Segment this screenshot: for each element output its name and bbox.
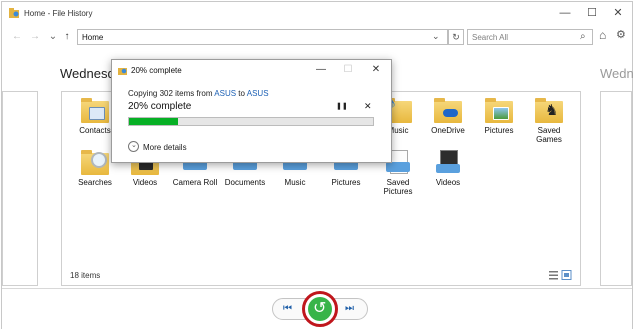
maximize-button[interactable]: ☐ [584, 6, 600, 20]
next-day-label: Wedn [600, 66, 634, 81]
refresh-button[interactable]: ↻ [448, 29, 464, 45]
item-label: Searches [78, 178, 112, 187]
percent-complete: 20% complete [128, 101, 192, 112]
item-label: OneDrive [431, 126, 465, 135]
contacts-folder-icon [81, 98, 109, 124]
cancel-copy-button[interactable]: ✕ [364, 101, 372, 112]
destination-link[interactable]: ASUS [247, 89, 269, 98]
restore-button[interactable]: ↺ [302, 291, 338, 327]
close-button[interactable]: ✕ [610, 6, 626, 20]
more-details-toggle[interactable]: ⌄ More details [128, 141, 187, 152]
search-box[interactable]: Search All ⌕ [467, 29, 593, 45]
copying-status: Copying 302 items from ASUS to ASUS [128, 89, 269, 98]
forward-button[interactable]: → [28, 30, 42, 44]
copy-dialog-icon [118, 68, 127, 75]
copy-progress-bar [128, 117, 374, 126]
home-icon[interactable]: ⌂ [599, 28, 606, 42]
dialog-close-button[interactable]: ✕ [369, 64, 383, 76]
dialog-minimize-button[interactable]: — [314, 64, 328, 76]
item-label: Pictures [331, 178, 361, 187]
next-backup-panel[interactable] [600, 91, 632, 286]
item-label: Videos [435, 178, 461, 187]
search-placeholder: Search All [472, 33, 509, 42]
videos-library-icon [434, 150, 462, 176]
saved-games-folder-icon: ♞ [535, 98, 563, 124]
navigation-bar: ← → ⌄ ↑ Home ⌄ ↻ Search All ⌕ ⌂ ⚙ [2, 28, 632, 48]
folder-item-pictures[interactable]: Pictures [474, 98, 524, 135]
window-title: Home - File History [24, 9, 93, 18]
chevron-down-icon: ⌄ [128, 141, 139, 152]
copy-progress-dialog: 20% complete — ☐ ✕ Copying 302 items fro… [111, 59, 392, 163]
address-bar[interactable]: Home ⌄ [77, 29, 448, 45]
more-details-label: More details [143, 143, 187, 152]
onedrive-folder-icon [434, 98, 462, 124]
view-toggle-icons[interactable] [549, 270, 573, 280]
previous-version-button[interactable]: ⏮ [283, 303, 292, 314]
minimize-button[interactable]: — [557, 6, 573, 20]
source-link[interactable]: ASUS [214, 89, 236, 98]
dialog-title: 20% complete [131, 66, 182, 75]
item-label: Pictures [484, 126, 514, 135]
pictures-folder-icon [485, 98, 513, 124]
title-bar: Home - File History — ☐ ✕ [2, 2, 632, 26]
next-version-button[interactable]: ⏭ [345, 303, 354, 314]
copy-progress-fill [129, 118, 178, 125]
folder-item-saved-games[interactable]: ♞ Saved Games [524, 98, 574, 144]
restore-icon: ↺ [308, 297, 332, 321]
playback-bar: ⏮ ⏭ ↺ [2, 288, 632, 329]
address-dropdown-icon[interactable]: ⌄ [432, 31, 440, 42]
item-label: Documents [224, 178, 266, 187]
pause-button[interactable]: ❚❚ [336, 102, 348, 110]
file-history-window: Home - File History — ☐ ✕ ← → ⌄ ↑ Home ⌄… [1, 1, 634, 329]
item-label: Music [284, 178, 306, 187]
searches-folder-icon [81, 150, 109, 176]
search-icon[interactable]: ⌕ [580, 31, 586, 42]
dropdown-history-icon[interactable]: ⌄ [46, 30, 60, 44]
item-label: Camera Roll [172, 178, 218, 187]
address-value: Home [82, 33, 104, 42]
settings-icon[interactable]: ⚙ [616, 28, 626, 41]
file-history-app-icon [9, 8, 19, 18]
item-label: Saved Games [536, 126, 562, 144]
item-count: 18 items [70, 271, 101, 280]
library-item-videos[interactable]: Videos [423, 150, 473, 187]
previous-backup-panel[interactable] [2, 91, 38, 286]
back-button[interactable]: ← [10, 30, 24, 44]
item-label: Saved Pictures [383, 178, 413, 196]
folder-item-onedrive[interactable]: OneDrive [423, 98, 473, 135]
item-label: Videos [132, 178, 158, 187]
up-button[interactable]: ↑ [60, 30, 74, 44]
dialog-maximize-button: ☐ [343, 64, 353, 75]
